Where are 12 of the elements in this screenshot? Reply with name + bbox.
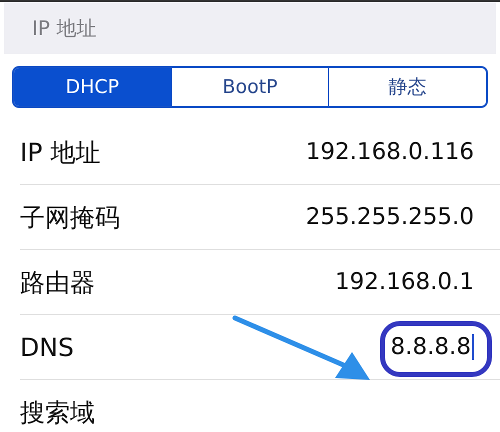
value-field[interactable]: 255.255.255.0 <box>306 204 474 230</box>
row-label: 搜索域 <box>20 396 95 428</box>
value-field[interactable]: 192.168.0.1 <box>335 269 474 295</box>
value-field[interactable]: 8.8.8.8 <box>390 334 474 360</box>
row-label: 子网掩码 <box>20 202 120 234</box>
segment-tab[interactable]: DHCP <box>14 68 171 106</box>
section-title: IP 地址 <box>32 14 96 42</box>
row-label: 路由器 <box>20 266 95 298</box>
row-label: DNS <box>20 332 74 362</box>
row-label: IP 地址 <box>20 136 100 168</box>
value-field[interactable]: 192.168.0.116 <box>306 139 474 165</box>
segment-tab[interactable]: 静态 <box>328 68 486 106</box>
